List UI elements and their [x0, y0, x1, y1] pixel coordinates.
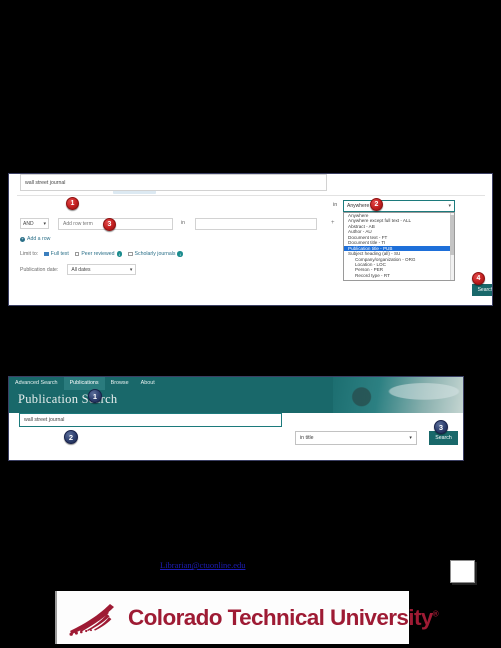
advanced-search-panel: Advanced Search Command line Thesaurus F…	[8, 173, 493, 306]
marker-badge-1: 1	[66, 197, 79, 210]
right-black-margin	[496, 0, 501, 648]
university-logo-text: Colorado Technical University®	[128, 604, 439, 631]
registered-trademark-icon: ®	[432, 609, 439, 618]
marker-badge-2: 2	[370, 198, 383, 211]
marker-badge-pub-1: 1	[88, 389, 102, 403]
left-black-margin	[0, 0, 5, 648]
checkbox-scholarly-journals[interactable]: Scholarly journals i	[128, 251, 183, 257]
chevron-down-icon: ▾	[409, 435, 412, 441]
checkbox-icon[interactable]	[74, 251, 80, 257]
checkbox-peer-reviewed-label: Peer reviewed	[81, 251, 115, 257]
publication-date-row: Publication date: All dates ▾	[20, 264, 137, 275]
publication-field-select-value: in title	[300, 435, 314, 441]
checkbox-full-text[interactable]: Full text	[44, 251, 69, 257]
checkbox-scholarly-journals-label: Scholarly journals	[134, 251, 176, 257]
title-divider	[17, 195, 485, 196]
plus-circle-icon: +	[20, 236, 25, 242]
nav-item-browse[interactable]: Browse	[105, 377, 135, 390]
boolean-operator-value: AND	[23, 220, 34, 227]
banner-photo	[333, 377, 463, 413]
boolean-operator-select[interactable]: AND ▾	[20, 218, 49, 229]
publication-header: Advanced Search Publications Browse Abou…	[9, 377, 463, 413]
ctu-swoosh-icon	[66, 600, 128, 636]
add-row-button[interactable]: + Add a row	[20, 236, 50, 242]
nav-item-publications[interactable]: Publications	[63, 377, 105, 390]
add-row-label: Add a row	[27, 236, 51, 242]
field-select-row1[interactable]: Anywhere ▾	[343, 200, 455, 212]
checkbox-icon[interactable]	[128, 251, 133, 257]
publication-search-title: Publication Search	[18, 392, 118, 406]
publication-date-label: Publication date:	[20, 266, 59, 273]
chevron-down-icon: ▾	[448, 203, 451, 209]
screenshot-page: Advanced Search Command line Thesaurus F…	[0, 0, 501, 648]
broken-image-placeholder	[450, 560, 475, 583]
marker-badge-pub-3: 3	[434, 420, 448, 434]
limit-to-row: Limit to: Full text Peer reviewed i Scho…	[20, 251, 183, 257]
publication-date-value: All dates	[71, 266, 91, 273]
marker-badge-3: 3	[103, 218, 116, 231]
nav-item-about[interactable]: About	[135, 377, 161, 390]
add-field-icon[interactable]: +	[331, 220, 335, 226]
marker-badge-4: 4	[472, 272, 485, 285]
info-icon[interactable]: i	[116, 251, 123, 257]
publication-search-input[interactable]	[19, 413, 282, 427]
in-label-row1: in	[333, 202, 338, 208]
university-logo-name: Colorado Technical University	[128, 604, 433, 630]
field-select-row2[interactable]	[195, 218, 317, 230]
chevron-down-icon: ▾	[129, 266, 133, 273]
advanced-search-button[interactable]: Search	[472, 284, 492, 296]
field-select-row1-value: Anywhere	[347, 203, 370, 209]
publication-search-panel: Advanced Search Publications Browse Abou…	[8, 376, 464, 461]
publication-field-select[interactable]: in title ▾	[295, 431, 417, 445]
chevron-down-icon: ▾	[43, 220, 46, 227]
limit-to-label: Limit to:	[20, 251, 39, 257]
checkbox-icon[interactable]	[44, 251, 49, 257]
librarian-email-link[interactable]: Librarian@ctuonline.edu	[160, 560, 245, 570]
checkbox-full-text-label: Full text	[50, 251, 69, 257]
nav-item-advanced-search[interactable]: Advanced Search	[9, 377, 64, 390]
dropdown-scrollbar[interactable]	[450, 213, 454, 280]
info-icon[interactable]: i	[177, 251, 183, 257]
university-logo: Colorado Technical University®	[55, 591, 439, 644]
publication-nav: Advanced Search Publications Browse Abou…	[9, 377, 161, 390]
advanced-query-input-row1[interactable]	[20, 174, 327, 191]
checkbox-peer-reviewed[interactable]: Peer reviewed i	[74, 251, 123, 257]
field-options-dropdown[interactable]: Anywhere Anywhere except full text - ALL…	[343, 212, 455, 281]
publication-date-select[interactable]: All dates ▾	[67, 264, 137, 275]
in-label-row2: in	[181, 220, 186, 226]
dropdown-option[interactable]: Record type - RT	[344, 273, 454, 278]
marker-badge-pub-2: 2	[64, 430, 78, 444]
dropdown-scrollbar-thumb[interactable]	[450, 215, 454, 255]
